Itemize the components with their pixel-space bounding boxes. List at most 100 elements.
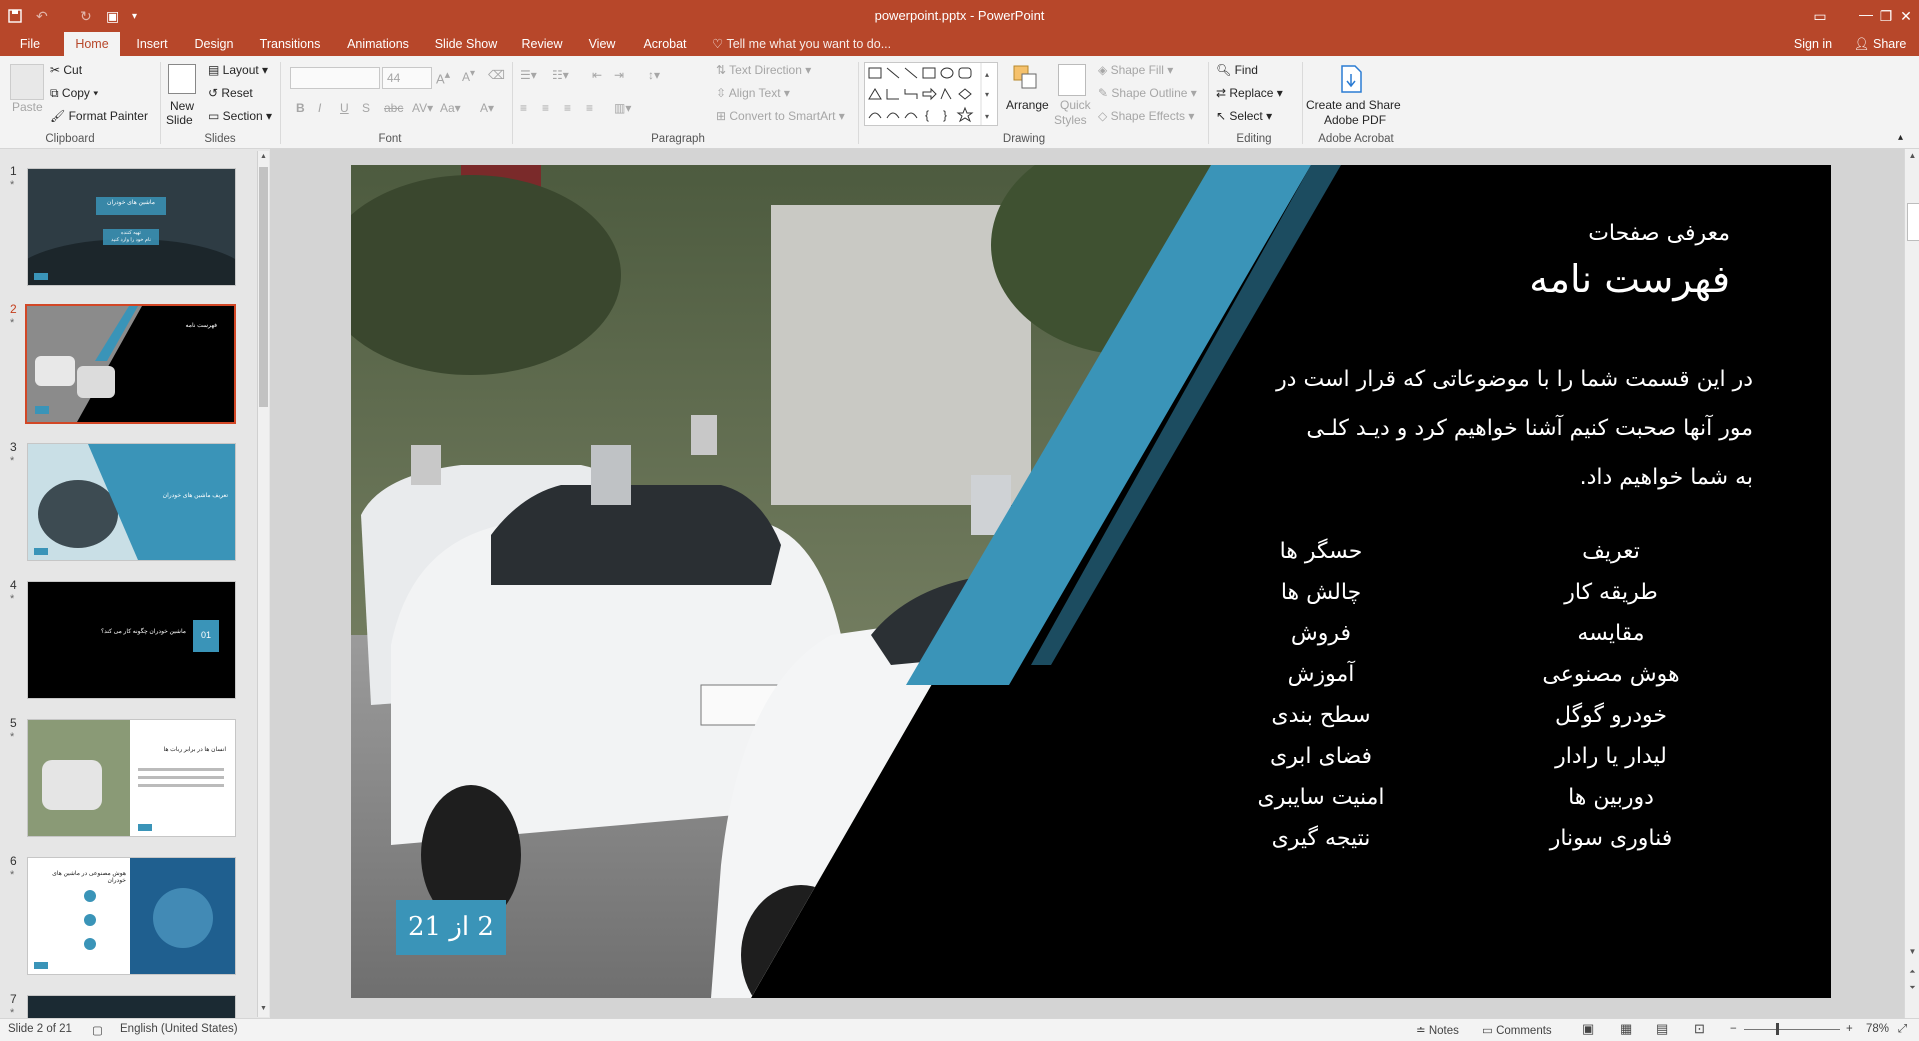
convert-smartart-button[interactable]: ⊞ Convert to SmartArt ▾ bbox=[716, 109, 845, 123]
tab-animations[interactable]: Animations bbox=[340, 32, 416, 56]
align-center-icon[interactable]: ≡ bbox=[542, 101, 549, 115]
increase-indent-icon[interactable]: ⇥ bbox=[614, 68, 624, 82]
font-size-input[interactable]: 44 bbox=[382, 67, 432, 89]
close-button[interactable]: ✕ bbox=[1883, 0, 1919, 32]
slide-title[interactable]: فهرست نامه bbox=[1529, 257, 1730, 301]
slide-subtitle[interactable]: معرفی صفحات bbox=[1588, 221, 1730, 246]
clear-formatting-icon[interactable]: ⌫ bbox=[488, 68, 505, 82]
slide-counter[interactable]: Slide 2 of 21 bbox=[8, 1023, 72, 1035]
quick-styles-button[interactable]: Quick bbox=[1060, 98, 1091, 112]
tab-transitions[interactable]: Transitions bbox=[252, 32, 328, 56]
create-share-pdf-label2[interactable]: Adobe PDF bbox=[1324, 113, 1386, 127]
tab-acrobat[interactable]: Acrobat bbox=[636, 32, 694, 56]
slide-thumbnail-3[interactable]: تعریف ماشین های خودران bbox=[27, 443, 236, 561]
shrink-font-icon[interactable]: A▾ bbox=[462, 68, 475, 84]
line-spacing-icon[interactable]: ↕▾ bbox=[648, 68, 660, 82]
tab-review[interactable]: Review bbox=[514, 32, 570, 56]
next-slide-icon[interactable]: ⏷ bbox=[1905, 983, 1919, 993]
normal-view-icon[interactable]: ▣ bbox=[1582, 1021, 1594, 1037]
format-painter-button[interactable]: 🖌︎ Format Painter bbox=[50, 109, 148, 123]
collapse-ribbon-icon[interactable]: ▴ bbox=[1898, 132, 1903, 143]
copy-button[interactable]: ⧉ Copy ▾ bbox=[50, 86, 98, 101]
scroll-down-arrow-icon[interactable]: ▼ bbox=[258, 1003, 269, 1015]
new-slide-button-label2[interactable]: Slide bbox=[166, 113, 193, 127]
language-indicator[interactable]: English (United States) bbox=[120, 1023, 238, 1035]
slide-body-line-1[interactable]: در این قسمت شما را با موضوعاتی که قرار ا… bbox=[1276, 367, 1753, 392]
slide-body-line-2[interactable]: مور آنها صحبت کنیم آشنا خواهیم کرد و دیـ… bbox=[1306, 416, 1753, 441]
columns-icon[interactable]: ▥▾ bbox=[614, 101, 631, 115]
tab-insert[interactable]: Insert bbox=[128, 32, 176, 56]
align-text-button[interactable]: ⇳ Align Text ▾ bbox=[716, 86, 790, 100]
quick-styles-button-label2[interactable]: Styles bbox=[1054, 113, 1087, 127]
zoom-slider-thumb[interactable] bbox=[1776, 1023, 1779, 1035]
scroll-down-arrow-icon[interactable]: ▼ bbox=[1905, 947, 1919, 956]
zoom-in-icon[interactable]: + bbox=[1846, 1023, 1853, 1035]
shape-effects-button[interactable]: ◇ Shape Effects ▾ bbox=[1098, 109, 1194, 123]
share-button[interactable]: 👤︎ Share bbox=[1850, 32, 1910, 56]
slide-thumbnail-7[interactable] bbox=[27, 995, 236, 1019]
numbering-icon[interactable]: ☷▾ bbox=[552, 68, 569, 82]
page-number-badge[interactable]: 2 از 21 bbox=[396, 900, 506, 955]
font-name-input[interactable] bbox=[290, 67, 380, 89]
sign-in-link[interactable]: Sign in bbox=[1790, 32, 1836, 56]
paste-button[interactable]: Paste bbox=[12, 100, 43, 114]
cut-button[interactable]: ✂ Cut bbox=[50, 63, 82, 77]
underline-icon[interactable]: U bbox=[340, 101, 349, 115]
font-color-icon[interactable]: A▾ bbox=[480, 101, 494, 115]
slide-thumbnail-5[interactable]: انسان ها در برابر ربات ها bbox=[27, 719, 236, 837]
change-case-icon[interactable]: Aa▾ bbox=[440, 101, 461, 115]
slide-canvas[interactable]: معرفی صفحات فهرست نامه در این قسمت شما ر… bbox=[351, 165, 1831, 998]
slide-thumbnail-6[interactable]: هوش مصنوعی در ماشین های خودران bbox=[27, 857, 236, 975]
section-button[interactable]: ▭ Section ▾ bbox=[208, 109, 272, 123]
reading-view-icon[interactable]: ▤ bbox=[1656, 1021, 1668, 1037]
slide-body-line-3[interactable]: به شما خواهیم داد. bbox=[1580, 465, 1753, 490]
character-spacing-icon[interactable]: AV▾ bbox=[412, 101, 433, 115]
align-left-icon[interactable]: ≡ bbox=[520, 101, 527, 115]
decrease-indent-icon[interactable]: ⇤ bbox=[592, 68, 602, 82]
arrange-button[interactable]: Arrange bbox=[1006, 98, 1049, 112]
shadow-icon[interactable]: S bbox=[362, 101, 370, 115]
shapes-gallery[interactable]: {} ▴ ▾ ▾ bbox=[864, 62, 998, 126]
ribbon-display-icon[interactable]: ▭ bbox=[1797, 0, 1843, 32]
create-share-pdf-button[interactable]: Create and Share bbox=[1306, 98, 1401, 112]
slide-thumbnail-1[interactable]: ماشین های خودران تهیه کننده نام خود را و… bbox=[27, 168, 236, 286]
paste-icon[interactable] bbox=[10, 64, 44, 100]
previous-slide-icon[interactable]: ⏶ bbox=[1905, 967, 1919, 977]
tab-home[interactable]: Home bbox=[64, 32, 120, 56]
adobe-pdf-icon[interactable] bbox=[1338, 64, 1364, 94]
slide-thumbnail-4[interactable]: 01 ماشین خودران چگونه کار می کند؟ bbox=[27, 581, 236, 699]
layout-button[interactable]: ▤ Layout ▾ bbox=[208, 63, 268, 77]
strikethrough-icon[interactable]: abc bbox=[384, 101, 403, 115]
select-button[interactable]: ↖ Select ▾ bbox=[1216, 109, 1272, 123]
grow-font-icon[interactable]: A▴ bbox=[436, 68, 450, 86]
tab-slide-show[interactable]: Slide Show bbox=[430, 32, 502, 56]
quick-styles-icon[interactable] bbox=[1058, 64, 1086, 96]
thumbnail-scrollbar[interactable]: ▲ ▼ bbox=[257, 151, 269, 1017]
editor-scrollbar[interactable]: ▲ ▼ ⏶ ⏷ bbox=[1904, 149, 1919, 1018]
slide-thumbnail-2[interactable]: فهرست نامه bbox=[25, 304, 236, 424]
bold-icon[interactable]: B bbox=[296, 101, 305, 115]
zoom-out-icon[interactable]: − bbox=[1730, 1023, 1737, 1035]
scrollbar-thumb[interactable] bbox=[1907, 203, 1919, 241]
text-direction-button[interactable]: ⇅ Text Direction ▾ bbox=[716, 63, 811, 77]
replace-button[interactable]: ⇄ Replace ▾ bbox=[1216, 86, 1283, 100]
spell-check-icon[interactable]: ▢ bbox=[92, 1023, 103, 1037]
reset-button[interactable]: ↺ Reset bbox=[208, 86, 253, 100]
comments-button[interactable]: ▭ Comments bbox=[1482, 1023, 1552, 1037]
find-button[interactable]: 🔍︎ Find bbox=[1216, 63, 1258, 77]
italic-icon[interactable]: I bbox=[318, 101, 321, 115]
new-slide-icon[interactable] bbox=[168, 64, 196, 94]
justify-icon[interactable]: ≡ bbox=[586, 101, 593, 115]
align-right-icon[interactable]: ≡ bbox=[564, 101, 571, 115]
zoom-level[interactable]: 78% bbox=[1866, 1023, 1889, 1035]
tab-file[interactable]: File bbox=[8, 32, 52, 56]
shape-outline-button[interactable]: ✎ Shape Outline ▾ bbox=[1098, 86, 1197, 100]
fit-to-window-icon[interactable]: ⤢ bbox=[1898, 1023, 1907, 1036]
new-slide-button[interactable]: New bbox=[170, 99, 194, 113]
tab-view[interactable]: View bbox=[580, 32, 624, 56]
tab-design[interactable]: Design bbox=[188, 32, 240, 56]
zoom-slider[interactable] bbox=[1744, 1029, 1840, 1030]
scroll-up-arrow-icon[interactable]: ▲ bbox=[1905, 151, 1919, 160]
scroll-up-arrow-icon[interactable]: ▲ bbox=[258, 151, 269, 163]
notes-button[interactable]: ≐ Notes bbox=[1416, 1023, 1459, 1037]
